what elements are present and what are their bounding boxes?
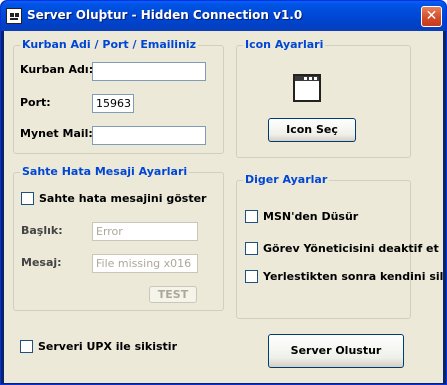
create-server-button[interactable]: Server Olustur [268,334,404,368]
app-window: Server Oluþtur - Hidden Connection v1.0 … [0,0,447,385]
option-taskmgr-checkbox[interactable]: Görev Yöneticisini deaktif et [245,242,439,255]
error-message-input[interactable]: File missing x016 [92,254,198,273]
group-fake-error-title: Sahte Hata Mesaji Ayarlari [20,165,190,178]
window-icon [293,74,321,102]
option-selfdelete-checkbox[interactable]: Yerlestikten sonra kendini sil [245,270,443,283]
name-label: Kurban Adı: [20,63,94,76]
port-label: Port: [20,96,51,109]
error-title-label: Başlık: [21,224,63,237]
group-account-title: Kurban Adi / Port / Emailiniz [20,38,199,51]
checkbox-box[interactable] [21,192,34,205]
port-input[interactable]: 15963 [92,94,134,113]
checkbox-box[interactable] [245,210,258,223]
test-button[interactable]: TEST [149,286,197,303]
title-bar[interactable]: Server Oluþtur - Hidden Connection v1.0 … [1,1,446,31]
checkbox-box[interactable] [245,270,258,283]
upx-checkbox[interactable]: Serveri UPX ile sikistir [20,340,177,353]
option-msn-checkbox[interactable]: MSN'den Düsür [245,210,358,223]
mail-label: Mynet Mail: [20,127,93,140]
error-message-label: Mesaj: [21,256,62,269]
group-icon: Icon Ayarlari Icon Seç [236,38,411,158]
option-selfdelete-label: Yerlestikten sonra kendini sil [263,270,444,283]
icon-select-button[interactable]: Icon Seç [268,118,356,142]
group-icon-title: Icon Ayarlari [243,38,326,51]
option-msn-label: MSN'den Düsür [263,210,359,223]
app-icon [6,8,22,24]
client-area: Kurban Adi / Port / Emailiniz Kurban Adı… [4,31,443,383]
name-input[interactable] [92,62,206,81]
close-button[interactable]: ✕ [421,6,442,27]
show-fake-error-checkbox[interactable]: Sahte hata mesajini göster [21,192,206,205]
checkbox-box[interactable] [245,242,258,255]
mail-input[interactable] [92,126,206,145]
group-other: Diger Ayarlar MSN'den Düsür Görev Yöneti… [236,173,443,319]
show-fake-error-label: Sahte hata mesajini göster [39,192,207,205]
window-title: Server Oluþtur - Hidden Connection v1.0 [27,8,303,22]
group-other-title: Diger Ayarlar [243,173,330,186]
group-fake-error: Sahte Hata Mesaji Ayarlari Sahte hata me… [13,165,224,311]
option-taskmgr-label: Görev Yöneticisini deaktif et [263,242,439,255]
checkbox-box[interactable] [20,340,33,353]
group-account: Kurban Adi / Port / Emailiniz Kurban Adı… [13,38,224,154]
error-title-input[interactable]: Error [92,222,198,241]
upx-label: Serveri UPX ile sikistir [38,340,178,353]
